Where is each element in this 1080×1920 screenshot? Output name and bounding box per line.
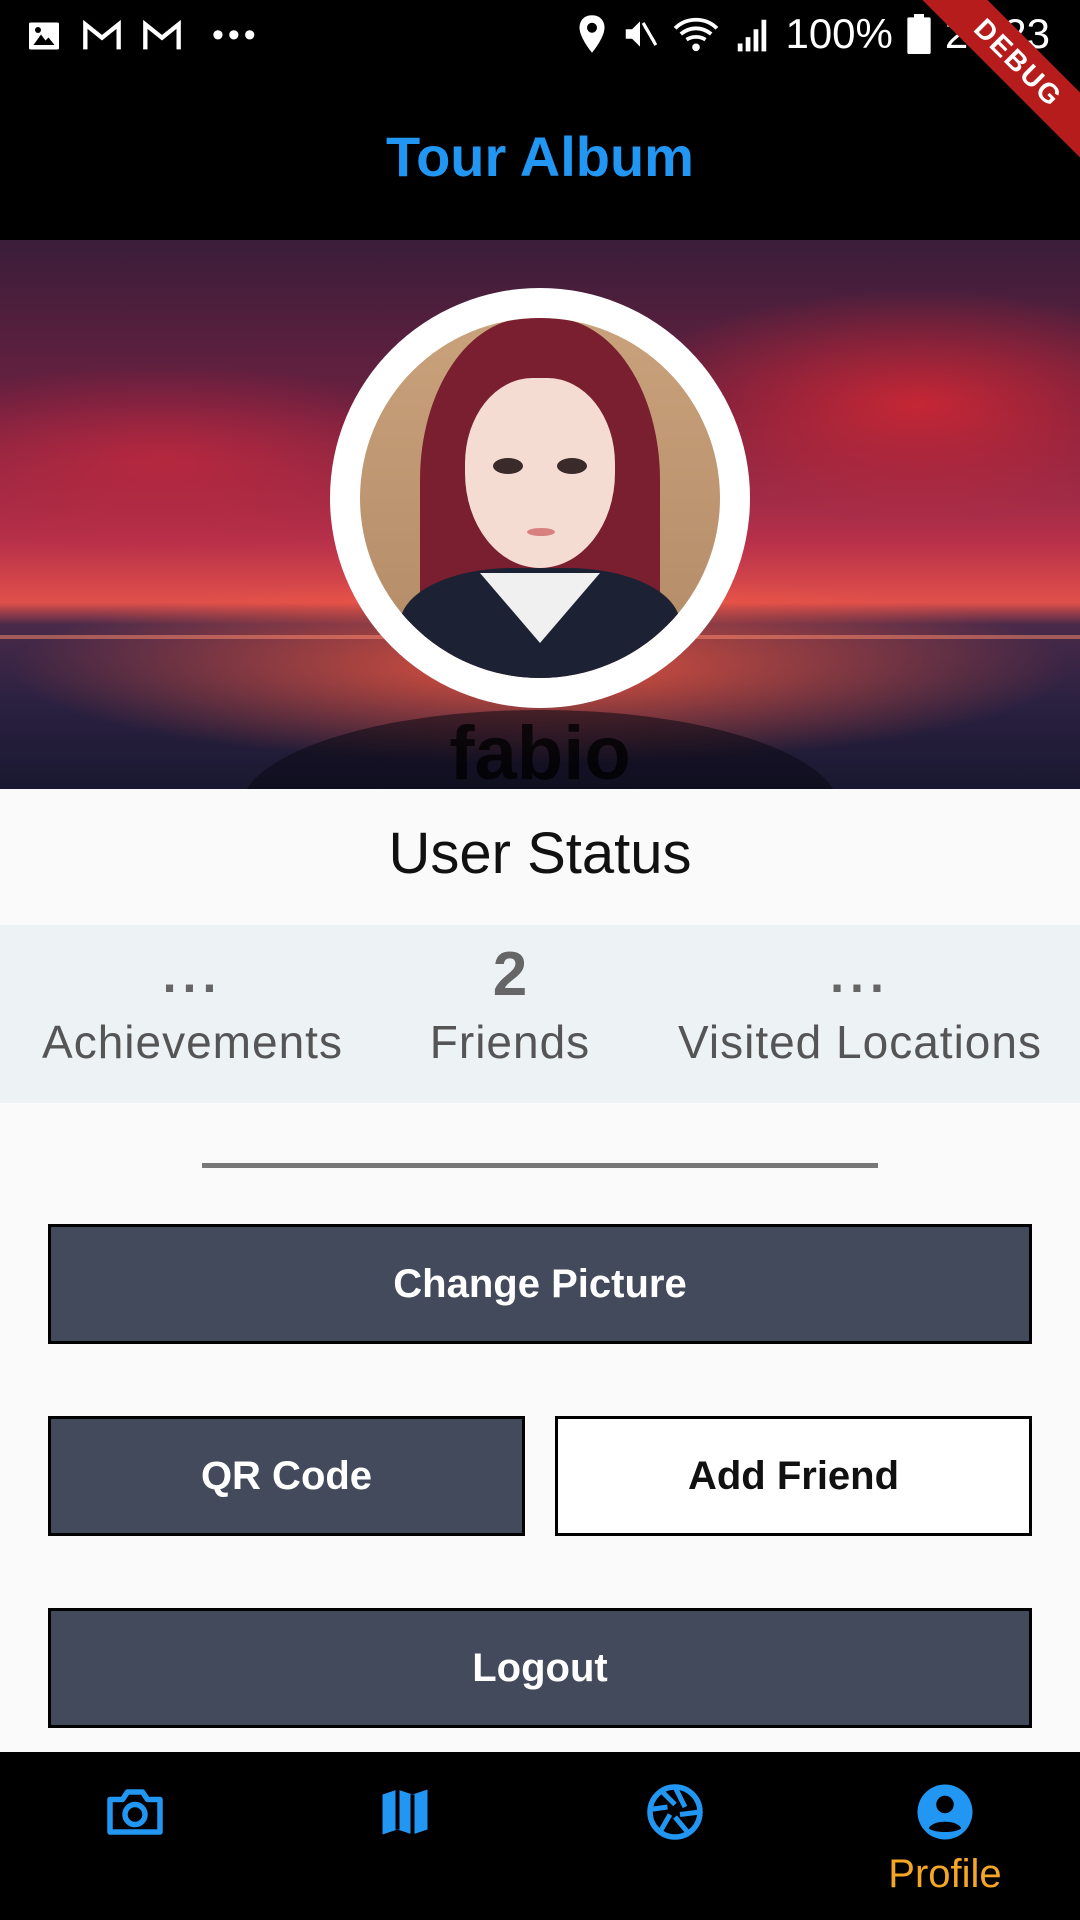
nav-item-profile[interactable]: Profile xyxy=(810,1752,1080,1920)
gmail-icon xyxy=(143,19,181,49)
profile-icon xyxy=(917,1784,973,1840)
nav-item-camera[interactable] xyxy=(0,1752,270,1920)
bottom-navigation: Profile xyxy=(0,1752,1080,1920)
more-dots-icon: ••• xyxy=(212,16,260,54)
stat-label: Friends xyxy=(429,1016,591,1068)
profile-screen: ••• 100% DEBUG Tour Album fabio User Sta… xyxy=(0,0,1080,1920)
gmail-icon xyxy=(83,19,121,49)
profile-cover-image: fabio xyxy=(0,240,1080,789)
stats-row: ... Achievements 2 Friends ... Visited L… xyxy=(0,925,1080,1103)
avatar-frame[interactable] xyxy=(330,288,750,708)
location-icon xyxy=(579,15,605,53)
qr-code-button[interactable]: QR Code xyxy=(48,1416,525,1536)
stat-value: ... xyxy=(162,947,223,1003)
logout-button[interactable]: Logout xyxy=(48,1608,1032,1728)
wifi-icon xyxy=(674,17,719,52)
avatar-face xyxy=(465,378,615,568)
avatar-mouth xyxy=(527,528,555,536)
stat-value: 2 xyxy=(492,940,528,1009)
stat-achievements[interactable]: ... Achievements xyxy=(20,925,365,1103)
stat-label: Visited Locations xyxy=(678,1016,1042,1068)
nav-item-gallery[interactable] xyxy=(540,1752,810,1920)
status-bar: ••• 100% xyxy=(0,0,1080,72)
stat-visited-locations[interactable]: ... Visited Locations xyxy=(660,925,1060,1103)
gallery-icon xyxy=(29,22,59,49)
mute-icon xyxy=(626,21,658,47)
divider xyxy=(202,1163,878,1168)
battery-icon xyxy=(907,14,931,54)
nav-label-profile: Profile xyxy=(888,1852,1002,1896)
stat-friends[interactable]: 2 Friends xyxy=(400,925,620,1103)
battery-percent: 100% xyxy=(785,10,893,57)
nav-item-map[interactable] xyxy=(270,1752,540,1920)
avatar-left-eye xyxy=(493,458,523,474)
stat-value: ... xyxy=(830,947,890,1003)
change-picture-button[interactable]: Change Picture xyxy=(48,1224,1032,1344)
stat-label: Achievements xyxy=(42,1016,343,1068)
notification-icons: ••• xyxy=(26,16,260,55)
avatar[interactable] xyxy=(360,318,720,678)
signal-icon xyxy=(738,19,767,52)
username: fabio xyxy=(449,711,631,789)
add-friend-button[interactable]: Add Friend xyxy=(555,1416,1032,1536)
camera-icon xyxy=(107,1789,163,1835)
map-icon xyxy=(382,1789,428,1835)
app-bar: Tour Album xyxy=(0,72,1080,240)
aperture-icon xyxy=(647,1784,703,1840)
app-title: Tour Album xyxy=(386,124,694,188)
avatar-right-eye xyxy=(557,458,587,474)
user-status-title: User Status xyxy=(388,821,692,886)
